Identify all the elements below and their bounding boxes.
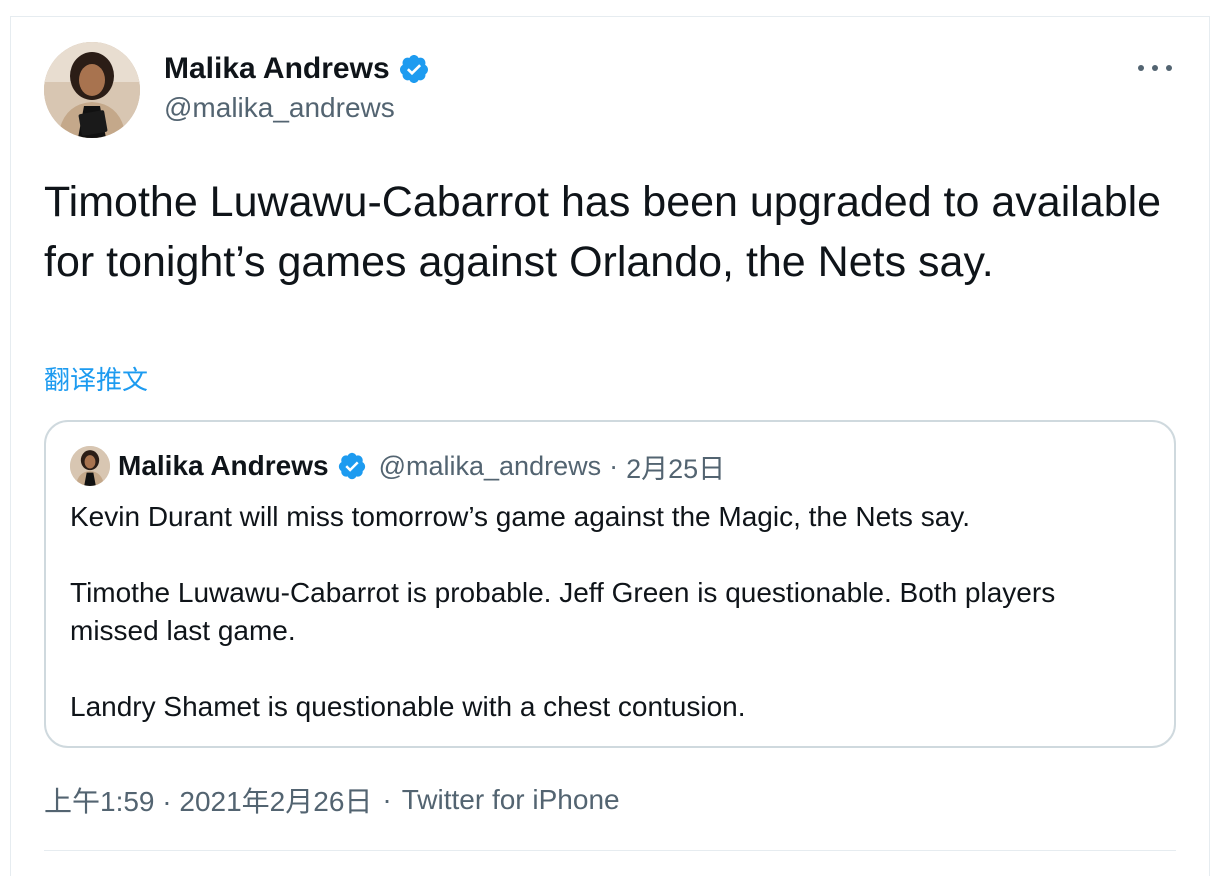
avatar-portrait-icon bbox=[44, 42, 140, 138]
quoted-author-handle: @malika_andrews bbox=[378, 450, 602, 481]
author-avatar[interactable] bbox=[44, 42, 140, 138]
author-handle[interactable]: @malika_andrews bbox=[164, 92, 430, 124]
quoted-tweet-date: 2月25日 bbox=[626, 453, 726, 484]
separator-dot: · bbox=[609, 450, 619, 481]
quoted-tweet-header: Malika Andrews @malika_andrews · 2月25日 bbox=[70, 446, 725, 486]
more-options-icon[interactable] bbox=[1138, 56, 1172, 80]
quoted-paragraph: Kevin Durant will miss tomorrow’s game a… bbox=[70, 501, 970, 532]
quoted-paragraph: Landry Shamet is questionable with a che… bbox=[70, 691, 746, 722]
tweet-text: Timothe Luwawu-Cabarrot has been upgrade… bbox=[44, 178, 1162, 286]
quoted-author-display-name: Malika Andrews bbox=[118, 450, 329, 481]
tweet-meta: 上午1:59 · 2021年2月26日 · Twitter for iPhone bbox=[44, 780, 620, 820]
quoted-tweet[interactable]: Malika Andrews @malika_andrews · 2月25日 K… bbox=[44, 420, 1176, 748]
tweet-source-link[interactable]: Twitter for iPhone bbox=[402, 784, 620, 816]
verified-badge-icon bbox=[337, 451, 367, 481]
quoted-tweet-body: Kevin Durant will miss tomorrow’s game a… bbox=[70, 498, 1150, 726]
translate-tweet-link[interactable]: 翻译推文 bbox=[44, 360, 148, 397]
divider bbox=[44, 850, 1176, 851]
separator-dot: · bbox=[382, 784, 392, 815]
verified-badge-icon bbox=[398, 53, 430, 85]
tweet-timestamp[interactable]: 上午1:59 · 2021年2月26日 bbox=[44, 780, 372, 820]
quoted-paragraph: Timothe Luwawu-Cabarrot is probable. Jef… bbox=[70, 577, 1056, 646]
author-names: Malika Andrews @malika_andrews bbox=[164, 50, 430, 124]
author-display-name[interactable]: Malika Andrews bbox=[164, 52, 390, 86]
quoted-author-avatar bbox=[70, 446, 110, 486]
avatar-portrait-icon bbox=[70, 446, 110, 486]
tweet-header: Malika Andrews @malika_andrews bbox=[44, 42, 1184, 138]
